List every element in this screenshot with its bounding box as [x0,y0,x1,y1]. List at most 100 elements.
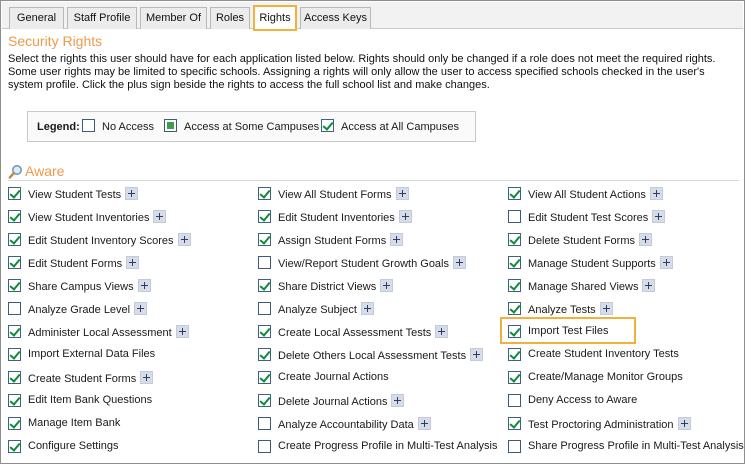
right-checkbox[interactable] [8,417,21,430]
expand-plus-icon[interactable] [470,348,484,361]
right-label: View All Student Forms [278,187,409,201]
right-checkbox[interactable] [508,371,521,384]
expand-plus-icon[interactable] [649,187,663,200]
right-checkbox[interactable] [508,187,521,200]
right-checkbox[interactable] [8,233,21,246]
right-checkbox[interactable] [508,302,521,315]
right-label: Analyze Subject [278,302,374,316]
expand-plus-icon[interactable] [417,417,431,430]
tab-roles[interactable]: Roles [210,7,250,29]
expand-plus-icon[interactable] [125,187,139,200]
expand-plus-icon[interactable] [642,279,656,292]
right-label: Manage Item Bank [28,417,120,429]
expand-plus-icon[interactable] [453,256,466,269]
expand-plus-icon[interactable] [599,302,613,315]
expand-plus-icon[interactable] [398,210,412,223]
right-checkbox[interactable] [258,256,271,269]
right-checkbox[interactable] [8,210,21,223]
right-label: Create Progress Profile in Multi-Test An… [278,440,497,452]
right-checkbox[interactable] [258,279,271,292]
right-checkbox[interactable] [508,233,521,246]
right-label-text: Create Student Forms [28,373,137,385]
tab-member-of[interactable]: Member Of [140,7,207,29]
right-label: Delete Student Forms [528,233,652,247]
right-checkbox[interactable] [508,417,521,430]
expand-plus-icon[interactable] [652,210,666,223]
right-checkbox[interactable] [508,210,521,223]
aware-divider [8,180,739,181]
right-checkbox[interactable] [8,187,21,200]
expand-plus-icon[interactable] [391,394,405,407]
right-label: Assign Student Forms [278,233,404,247]
expand-plus-icon[interactable] [134,302,148,315]
right-checkbox[interactable] [508,440,521,453]
right-checkbox[interactable] [8,394,21,407]
right-checkbox[interactable] [8,325,21,338]
right-label-text: Delete Student Forms [528,235,635,247]
right-checkbox[interactable] [8,348,21,361]
right-checkbox[interactable] [508,256,521,269]
right-checkbox[interactable] [258,210,271,223]
right-label-text: Create Progress Profile in Multi-Test An… [278,440,498,452]
expand-plus-icon[interactable] [639,233,652,246]
right-checkbox[interactable] [8,371,21,384]
expand-plus-icon[interactable] [380,279,394,292]
right-checkbox[interactable] [508,325,521,338]
magnifier-icon [8,165,22,179]
section-title: Security Rights [8,33,103,49]
right-checkbox[interactable] [258,371,271,384]
right-label: Share Progress Profile in Multi-Test Ana… [528,440,744,452]
tab-general[interactable]: General [9,7,64,29]
right-checkbox[interactable] [258,325,271,338]
right-checkbox[interactable] [8,279,21,292]
right-label: Manage Student Supports [528,256,673,270]
right-checkbox[interactable] [8,440,21,453]
tab-access-keys[interactable]: Access Keys [300,7,371,29]
right-checkbox[interactable] [8,256,21,269]
right-checkbox[interactable] [508,279,521,292]
right-checkbox[interactable] [258,394,271,407]
section-description: Select the rights this user should have … [8,53,716,91]
expand-plus-icon[interactable] [360,302,374,315]
right-label: Edit Student Inventory Scores [28,233,191,247]
expand-plus-icon[interactable] [140,371,154,384]
expand-plus-icon[interactable] [175,325,189,338]
right-label: Create Journal Actions [278,371,389,383]
right-checkbox[interactable] [508,394,521,407]
right-label: Delete Others Local Assessment Tests [278,348,484,362]
right-label-text: Create Local Assessment Tests [278,327,432,339]
right-label: View/Report Student Growth Goals [278,256,466,270]
right-label: Test Proctoring Administration [528,417,691,431]
expand-plus-icon[interactable] [153,210,167,223]
expand-plus-icon[interactable] [137,279,151,292]
expand-plus-icon[interactable] [395,187,409,200]
legend-box: Legend: No Access Access at Some Campuse… [27,111,476,142]
expand-plus-icon[interactable] [435,325,449,338]
checkbox-partial-icon [164,119,177,132]
right-label-text: Edit Student Inventories [278,212,395,224]
right-checkbox[interactable] [258,348,271,361]
right-label-text: Edit Student Forms [28,258,123,270]
expand-plus-icon[interactable] [177,233,191,246]
right-checkbox[interactable] [258,233,271,246]
right-label: Deny Access to Aware [528,394,637,406]
right-label: Edit Student Inventories [278,210,412,224]
right-label-text: Edit Item Bank Questions [28,394,153,406]
right-checkbox[interactable] [508,348,521,361]
right-checkbox[interactable] [258,440,271,453]
right-label: Analyze Grade Level [28,302,148,316]
tab-rights[interactable]: Rights [253,5,297,31]
right-checkbox[interactable] [258,417,271,430]
right-label: Analyze Accountability Data [278,417,431,431]
right-checkbox[interactable] [8,302,21,315]
right-label-text: Analyze Grade Level [28,304,131,316]
expand-plus-icon[interactable] [390,233,404,246]
right-label: Import External Data Files [28,348,155,360]
expand-plus-icon[interactable] [659,256,673,269]
right-checkbox[interactable] [258,302,271,315]
right-checkbox[interactable] [258,187,271,200]
right-label: Create Local Assessment Tests [278,325,449,339]
expand-plus-icon[interactable] [677,417,691,430]
tab-staff-profile[interactable]: Staff Profile [67,7,137,29]
expand-plus-icon[interactable] [126,256,140,269]
